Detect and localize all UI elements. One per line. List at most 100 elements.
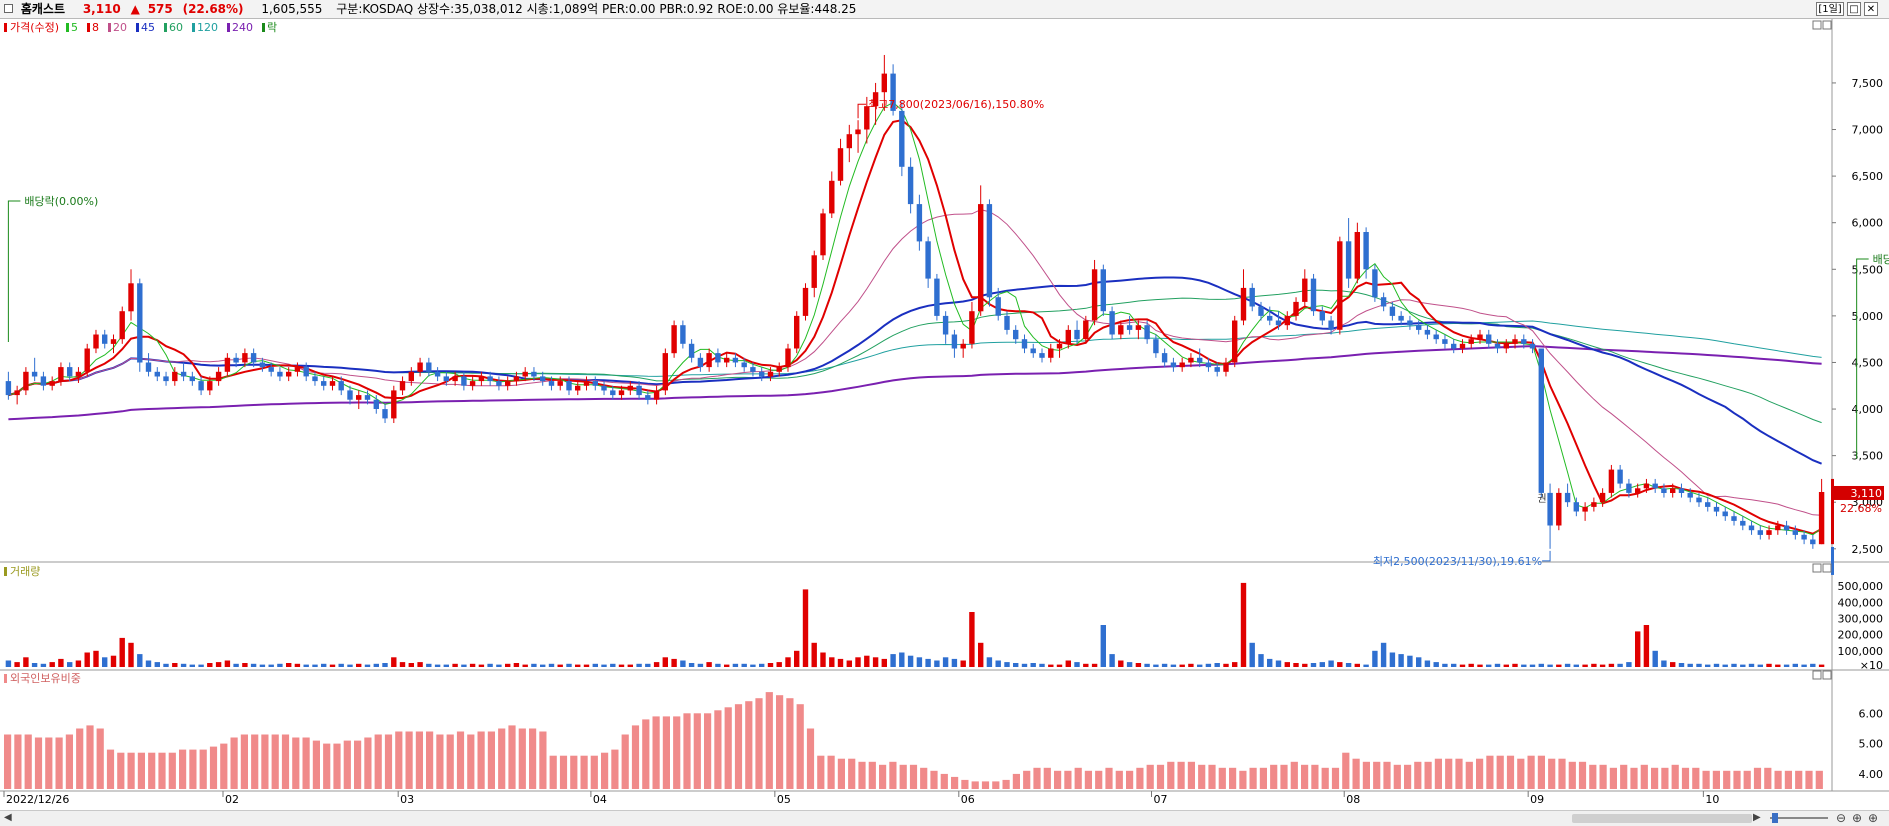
volume-bar bbox=[934, 660, 940, 667]
volume-bar bbox=[294, 663, 301, 667]
volume-bar bbox=[1705, 664, 1711, 667]
foreign-bar bbox=[1095, 770, 1103, 789]
foreign-bar bbox=[1620, 764, 1628, 789]
candle-body bbox=[1013, 329, 1019, 340]
volume-bar bbox=[1337, 662, 1343, 667]
volume-bar bbox=[724, 664, 730, 667]
zoom-slider-knob[interactable] bbox=[1772, 813, 1778, 823]
volume-bar bbox=[408, 663, 414, 667]
foreign-bar bbox=[559, 755, 568, 789]
candle-body bbox=[1512, 339, 1518, 344]
volume-bar bbox=[1048, 664, 1054, 667]
candle-body bbox=[627, 385, 633, 391]
foreign-bar bbox=[1167, 761, 1175, 789]
zoom-slider-track[interactable] bbox=[1770, 817, 1828, 819]
candle-body bbox=[1267, 315, 1273, 321]
menu-checkbox[interactable] bbox=[4, 4, 13, 13]
volume-bar bbox=[645, 663, 651, 667]
foreign-bar bbox=[765, 692, 773, 789]
panel-close-icon[interactable] bbox=[1822, 20, 1832, 30]
candle-body bbox=[1740, 520, 1746, 526]
foreign-bar bbox=[827, 755, 835, 789]
foreign-bar bbox=[1702, 770, 1710, 789]
volume-bar bbox=[1591, 663, 1597, 667]
foreign-bar bbox=[1537, 755, 1545, 789]
foreign-bar bbox=[384, 734, 393, 789]
volume-bar bbox=[855, 657, 861, 667]
volume-bar bbox=[382, 663, 388, 667]
last-price-tag-label: 3,110 bbox=[1851, 487, 1883, 500]
candle-body bbox=[312, 376, 318, 382]
candle-body bbox=[1477, 334, 1483, 340]
candle-body bbox=[1687, 492, 1693, 498]
scroll-thumb[interactable] bbox=[1572, 814, 1752, 823]
volume-bar bbox=[250, 663, 257, 667]
candle-body bbox=[1670, 488, 1676, 493]
candle-body bbox=[1074, 329, 1080, 340]
candle-body bbox=[163, 376, 169, 382]
zoom-in-icon[interactable]: ⊕ bbox=[1852, 811, 1862, 825]
candle-body bbox=[58, 367, 64, 382]
foreign-bar bbox=[1043, 767, 1051, 789]
zoom-reset-icon[interactable]: ⊕ bbox=[1868, 811, 1878, 825]
foreign-bar bbox=[1115, 770, 1123, 789]
panel-close-icon[interactable] bbox=[1822, 563, 1832, 573]
volume-bar bbox=[1564, 663, 1571, 667]
horizontal-scrollbar[interactable]: ◀ ▶ ⊖ ⊕ ⊕ bbox=[0, 810, 1889, 826]
candle-body bbox=[1635, 488, 1641, 493]
ma-legend-marker bbox=[136, 23, 139, 32]
foreign-bar bbox=[1486, 755, 1494, 789]
volume-bar bbox=[1652, 650, 1658, 667]
foreign-bar bbox=[4, 734, 12, 789]
foreign-bar bbox=[1321, 767, 1329, 789]
panel-maximize-icon[interactable] bbox=[1812, 670, 1822, 680]
maximize-icon[interactable]: □ bbox=[1847, 2, 1861, 16]
zoom-out-icon[interactable]: ⊖ bbox=[1836, 811, 1846, 825]
volume-bar bbox=[575, 664, 581, 667]
ma-legend-marker bbox=[164, 23, 167, 32]
volume-bar bbox=[601, 664, 607, 667]
volume-bar bbox=[750, 664, 756, 667]
foreign-bar bbox=[1496, 755, 1504, 789]
current-price: 3,110 bbox=[82, 2, 121, 16]
foreign-bar bbox=[817, 755, 825, 789]
volume-bar bbox=[1486, 664, 1492, 667]
candle-body bbox=[154, 371, 160, 377]
price-change: 575 bbox=[147, 2, 173, 16]
volume-bar bbox=[1389, 652, 1396, 667]
scroll-right-arrow-icon[interactable]: ▶ bbox=[1753, 812, 1761, 823]
volume-bar bbox=[1179, 664, 1185, 667]
volume-bar bbox=[373, 663, 379, 667]
close-icon[interactable]: ✕ bbox=[1864, 2, 1878, 16]
volume-bar bbox=[969, 612, 975, 667]
panel-close-icon[interactable] bbox=[1822, 670, 1832, 680]
volume-bar bbox=[1626, 662, 1632, 667]
candle-body bbox=[75, 371, 82, 377]
candle-body bbox=[1372, 269, 1378, 298]
panel-maximize-icon[interactable] bbox=[1812, 20, 1822, 30]
stock-name[interactable]: 홈캐스트 bbox=[21, 0, 65, 19]
ma-legend-marker bbox=[192, 23, 195, 32]
volume-bar bbox=[1161, 663, 1168, 667]
foreign-bar bbox=[1609, 767, 1617, 789]
volume-bar bbox=[1547, 664, 1553, 667]
foreign-bar bbox=[734, 704, 743, 789]
volume-bar bbox=[1398, 654, 1404, 667]
panel-maximize-icon[interactable] bbox=[1812, 563, 1822, 573]
candle-body bbox=[1556, 492, 1562, 526]
candle-body bbox=[1144, 325, 1150, 340]
scroll-left-arrow-icon[interactable]: ◀ bbox=[4, 812, 12, 823]
period-button[interactable]: [1일] bbox=[1816, 2, 1844, 16]
candle-body bbox=[680, 325, 686, 344]
foreign-bar bbox=[1352, 758, 1360, 789]
stock-chart[interactable]: 7,5007,0006,5006,0005,5005,0004,5004,000… bbox=[0, 19, 1889, 810]
volume-bar bbox=[487, 663, 493, 667]
volume-bar bbox=[224, 660, 231, 667]
candle-body bbox=[1643, 483, 1650, 489]
x-axis-label: 08 bbox=[1346, 793, 1360, 806]
volume-bar bbox=[1319, 662, 1325, 667]
volume-bar bbox=[1468, 663, 1474, 667]
candle-body bbox=[732, 357, 739, 363]
candle-body bbox=[1354, 232, 1360, 279]
candle-body bbox=[995, 297, 1001, 316]
